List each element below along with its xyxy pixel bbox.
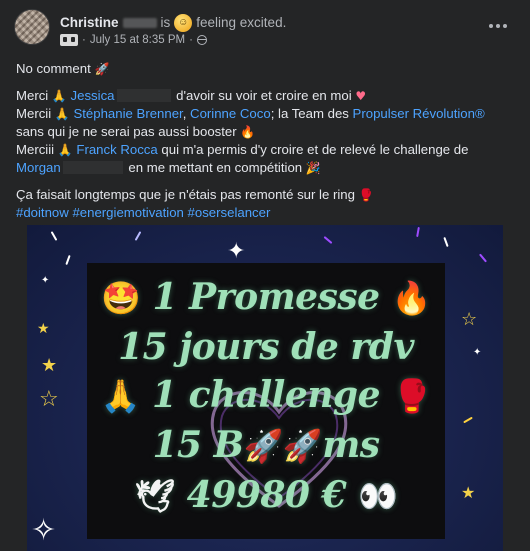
star-icon: ★	[41, 355, 58, 376]
group-badge-icon	[60, 34, 78, 46]
post-image[interactable]: ✦ ✦ ★ ★ ☆ ✧ ☆ ★ ✦ 🤩 1 Promesse 🔥 15 jour…	[27, 225, 503, 551]
meta-separator-2: ·	[189, 34, 193, 46]
rocket-icon: 🚀	[243, 427, 284, 465]
praying-hands-icon: 🙏	[100, 377, 141, 415]
meta-separator: ·	[82, 34, 86, 46]
star-outline-icon: ☆	[461, 309, 478, 330]
promo-text-5: 49980 €	[186, 474, 347, 516]
author-name[interactable]: Christine	[60, 15, 119, 31]
mention-corinne[interactable]: Corinne Coco	[190, 106, 271, 121]
confetti	[65, 254, 71, 266]
mention-stephanie[interactable]: Stéphanie Brenner	[73, 106, 182, 121]
sparkle-icon: ✧	[31, 513, 57, 548]
post-date[interactable]: July 15 at 8:35 PM	[90, 34, 185, 46]
mention-propulser[interactable]: Propulser Révolution®	[353, 106, 485, 121]
thanks-text: d'avoir su voir et croire en moi	[172, 88, 356, 103]
promo-line-5: 🕊 49980 € 👀	[87, 475, 445, 516]
confetti	[443, 236, 449, 248]
competition-text: en me mettant en compétition	[124, 160, 306, 175]
thanks-line-3: sans qui je ne serai pas aussi booster 🔥	[16, 123, 516, 141]
confetti	[134, 231, 142, 241]
ring-text: Ça faisait longtemps que je n'étais pas …	[16, 187, 359, 202]
rocket-icon: 🚀	[282, 427, 323, 465]
post-body: No comment 🚀 Merci 🙏 Jessica d'avoir su …	[16, 60, 516, 222]
promo-line-4: 15 B🚀🚀ms	[87, 425, 445, 466]
author-avatar[interactable]	[14, 9, 50, 45]
dot-icon	[489, 24, 493, 28]
confetti	[50, 231, 58, 241]
feeling-text: feeling excited.	[196, 15, 287, 30]
redacted-name	[116, 89, 171, 102]
feeling-excited-icon: ☺	[174, 14, 193, 32]
mention-jessica[interactable]: Jessica	[71, 88, 115, 103]
dot-icon	[503, 24, 507, 28]
fire-icon: 🔥	[240, 125, 256, 139]
boxing-glove-icon: 🥊	[392, 377, 432, 415]
booster-text: sans qui je ne serai pas aussi booster	[16, 124, 241, 139]
praying-hands-icon: 🙏	[51, 89, 67, 103]
thanks-line-4: Merciii 🙏 Franck Rocca qui m'a permis d'…	[16, 141, 516, 159]
sparkle-icon: ✦	[227, 239, 246, 264]
confetti	[479, 253, 487, 263]
promo-text-4a: 15 B	[152, 424, 244, 466]
ring-line: Ça faisait longtemps que je n'étais pas …	[16, 186, 516, 204]
hashtags[interactable]: #doitnow #energiemotivation #oserselance…	[16, 204, 516, 222]
sparkle-icon: ✦	[41, 275, 50, 286]
post-meta: · July 15 at 8:35 PM ·	[60, 34, 207, 46]
promo-text-4b: ms	[322, 424, 380, 466]
praying-hands-icon: 🙏	[57, 143, 73, 157]
mention-morgan[interactable]: Morgan	[16, 160, 61, 175]
thanks-line-1: Merci 🙏 Jessica d'avoir su voir et croir…	[16, 87, 516, 105]
team-text: ; la Team des	[270, 106, 353, 121]
sparkle-icon: ✦	[473, 347, 482, 358]
thanks-line-5: Morgan en me mettant en compétition 🎉	[16, 159, 516, 177]
rocket-icon: 🚀	[94, 62, 110, 76]
star-outline-icon: ☆	[39, 387, 59, 412]
party-popper-icon: 🎉	[305, 161, 321, 175]
challenge-text: qui m'a permis d'y croire et de relevé l…	[157, 142, 469, 157]
promo-text-2: 15 jours de rdv	[118, 326, 414, 368]
thanks-prefix: Mercii	[16, 106, 55, 121]
promo-line-2: 15 jours de rdv	[87, 327, 445, 367]
heart-icon: ♥	[355, 89, 367, 103]
thanks-prefix: Merciii	[16, 142, 58, 157]
no-comment-text: No comment	[16, 61, 91, 76]
confetti	[323, 236, 333, 244]
praying-hands-icon: 🙏	[54, 107, 70, 121]
dot-icon	[496, 24, 500, 28]
boxing-glove-icon: 🥊	[358, 188, 374, 202]
promo-text-3: 1 challenge	[151, 374, 381, 416]
confetti	[416, 226, 420, 238]
more-options-button[interactable]	[486, 16, 510, 36]
thanks-line-2: Mercii 🙏 Stéphanie Brenner, Corinne Coco…	[16, 105, 516, 123]
star-icon: ★	[461, 483, 476, 502]
comma-separator: ,	[182, 106, 191, 121]
author-line: Christine is ☺ feeling excited.	[60, 14, 286, 32]
dove-icon: 🕊	[134, 477, 176, 515]
promo-panel: 🤩 1 Promesse 🔥 15 jours de rdv 🙏 1 chall…	[87, 263, 445, 539]
confetti	[463, 416, 473, 424]
redacted-name	[62, 161, 123, 174]
globe-icon[interactable]	[196, 35, 207, 45]
eyes-icon: 👀	[358, 477, 398, 515]
promo-line-1: 🤩 1 Promesse 🔥	[87, 277, 445, 318]
is-text: is	[160, 15, 171, 30]
redacted-surname	[122, 18, 157, 28]
post-header: Christine is ☺ feeling excited. · July 1…	[14, 6, 516, 52]
star-struck-icon: 🤩	[101, 279, 141, 317]
promo-line-3: 🙏 1 challenge 🥊	[87, 375, 445, 416]
thanks-paragraph: Merci 🙏 Jessica d'avoir su voir et croir…	[16, 87, 516, 177]
facebook-post: Christine is ☺ feeling excited. · July 1…	[0, 0, 530, 551]
mention-franck[interactable]: Franck Rocca	[76, 142, 157, 157]
promo-text-1: 1 Promesse	[152, 276, 380, 318]
fire-icon: 🔥	[391, 279, 432, 317]
first-paragraph: No comment 🚀	[16, 60, 516, 78]
star-icon: ★	[37, 321, 50, 337]
thanks-prefix: Merci	[16, 88, 52, 103]
